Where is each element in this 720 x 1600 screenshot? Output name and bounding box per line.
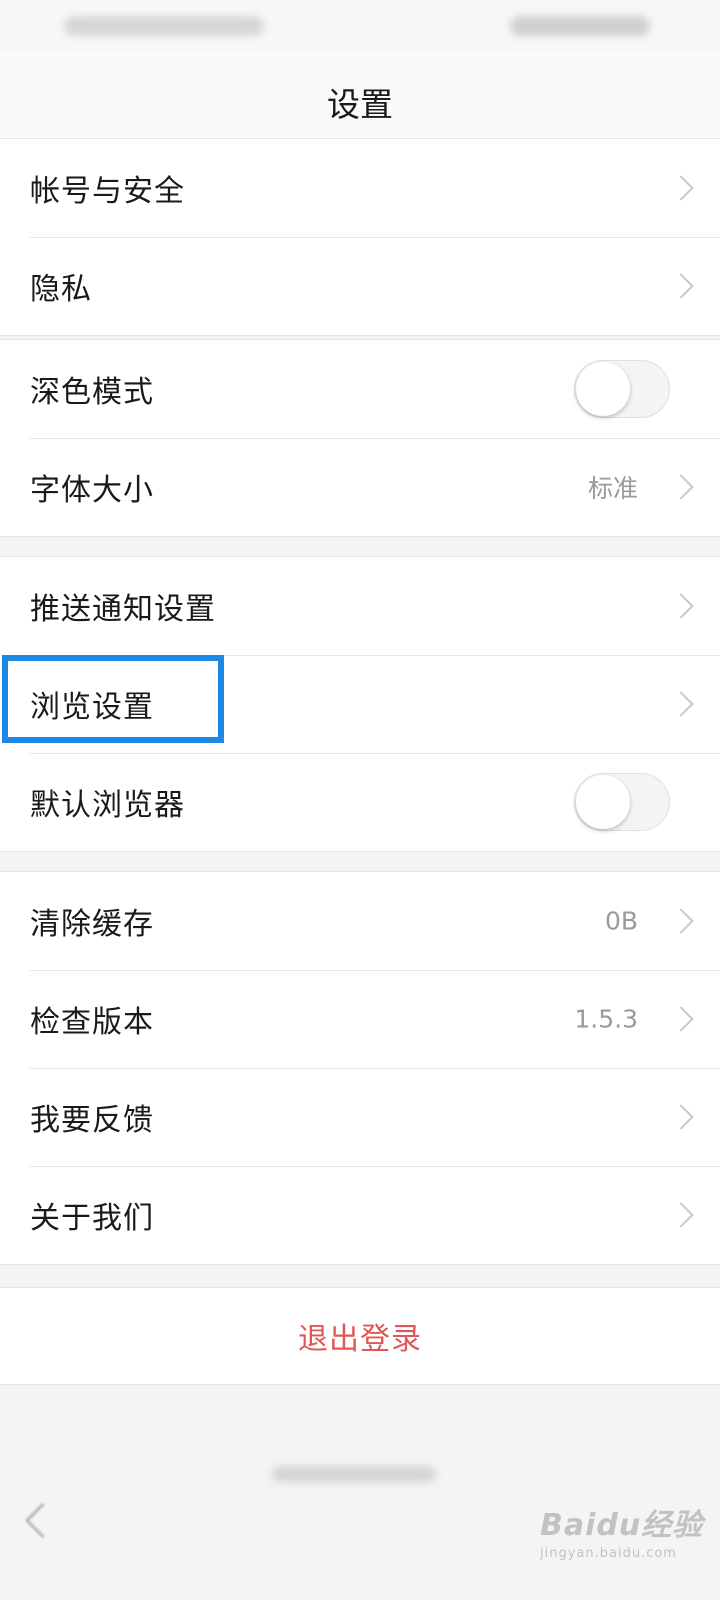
settings-group-misc: 清除缓存 0B 检查版本 1.5.3 我要反馈 关于我们 <box>0 871 720 1265</box>
chevron-right-icon <box>668 474 694 500</box>
settings-item-account-security[interactable]: 帐号与安全 <box>0 139 720 237</box>
version-value: 1.5.3 <box>574 1004 638 1034</box>
settings-item-label: 推送通知设置 <box>30 592 216 627</box>
toggle-knob <box>576 362 630 416</box>
chevron-right-icon <box>668 1104 694 1130</box>
baidu-watermark: Baidu经验 jingyan.baidu.com <box>540 1500 703 1561</box>
dark-mode-toggle[interactable] <box>574 360 670 418</box>
chevron-right-icon <box>668 691 694 717</box>
status-bar-carrier-blurred <box>64 16 264 36</box>
watermark-main: Baidu经验 <box>540 1508 704 1543</box>
chevron-right-icon <box>668 273 694 299</box>
font-size-value: 标准 <box>587 474 638 503</box>
default-browser-toggle[interactable] <box>574 773 670 831</box>
settings-group-browsing: 推送通知设置 浏览设置 默认浏览器 <box>0 556 720 852</box>
settings-item-label: 隐私 <box>30 272 92 307</box>
settings-item-label: 关于我们 <box>30 1201 154 1236</box>
settings-group-display: 深色模式 字体大小 标准 <box>0 339 720 537</box>
settings-item-label: 深色模式 <box>30 375 154 410</box>
settings-item-privacy[interactable]: 隐私 <box>0 237 720 335</box>
back-arrow-icon[interactable] <box>24 1502 61 1539</box>
settings-item-font-size[interactable]: 字体大小 标准 <box>0 438 720 536</box>
chevron-right-icon <box>668 908 694 934</box>
settings-item-clear-cache[interactable]: 清除缓存 0B <box>0 872 720 970</box>
settings-item-label: 浏览设置 <box>30 690 154 725</box>
settings-item-push-notifications[interactable]: 推送通知设置 <box>0 557 720 655</box>
chevron-right-icon <box>668 1006 694 1032</box>
cache-size-value: 0B <box>604 906 638 936</box>
settings-group-account: 帐号与安全 隐私 <box>0 138 720 336</box>
settings-item-label: 字体大小 <box>30 473 154 508</box>
toggle-knob <box>576 775 630 829</box>
chevron-right-icon <box>668 593 694 619</box>
logout-label: 退出登录 <box>298 1322 422 1357</box>
settings-item-label: 检查版本 <box>30 1005 154 1040</box>
watermark-sub: jingyan.baidu.com <box>540 1546 677 1561</box>
settings-item-feedback[interactable]: 我要反馈 <box>0 1068 720 1166</box>
settings-item-default-browser: 默认浏览器 <box>0 753 720 851</box>
status-bar <box>0 0 720 52</box>
status-bar-battery-time-blurred <box>510 16 650 36</box>
logout-button[interactable]: 退出登录 <box>0 1287 720 1385</box>
footer-text-blurred <box>272 1466 436 1482</box>
settings-item-about-us[interactable]: 关于我们 <box>0 1166 720 1264</box>
settings-item-label: 清除缓存 <box>30 907 154 942</box>
settings-item-check-version[interactable]: 检查版本 1.5.3 <box>0 970 720 1068</box>
settings-item-dark-mode: 深色模式 <box>0 340 720 438</box>
settings-item-label: 默认浏览器 <box>30 788 185 823</box>
settings-item-label: 我要反馈 <box>30 1103 154 1138</box>
settings-item-browsing-settings[interactable]: 浏览设置 <box>0 655 720 753</box>
nav-bar: 设置 <box>0 52 720 139</box>
page-title: 设置 <box>327 85 393 124</box>
settings-item-label: 帐号与安全 <box>30 174 185 209</box>
chevron-right-icon <box>668 175 694 201</box>
chevron-right-icon <box>668 1202 694 1228</box>
